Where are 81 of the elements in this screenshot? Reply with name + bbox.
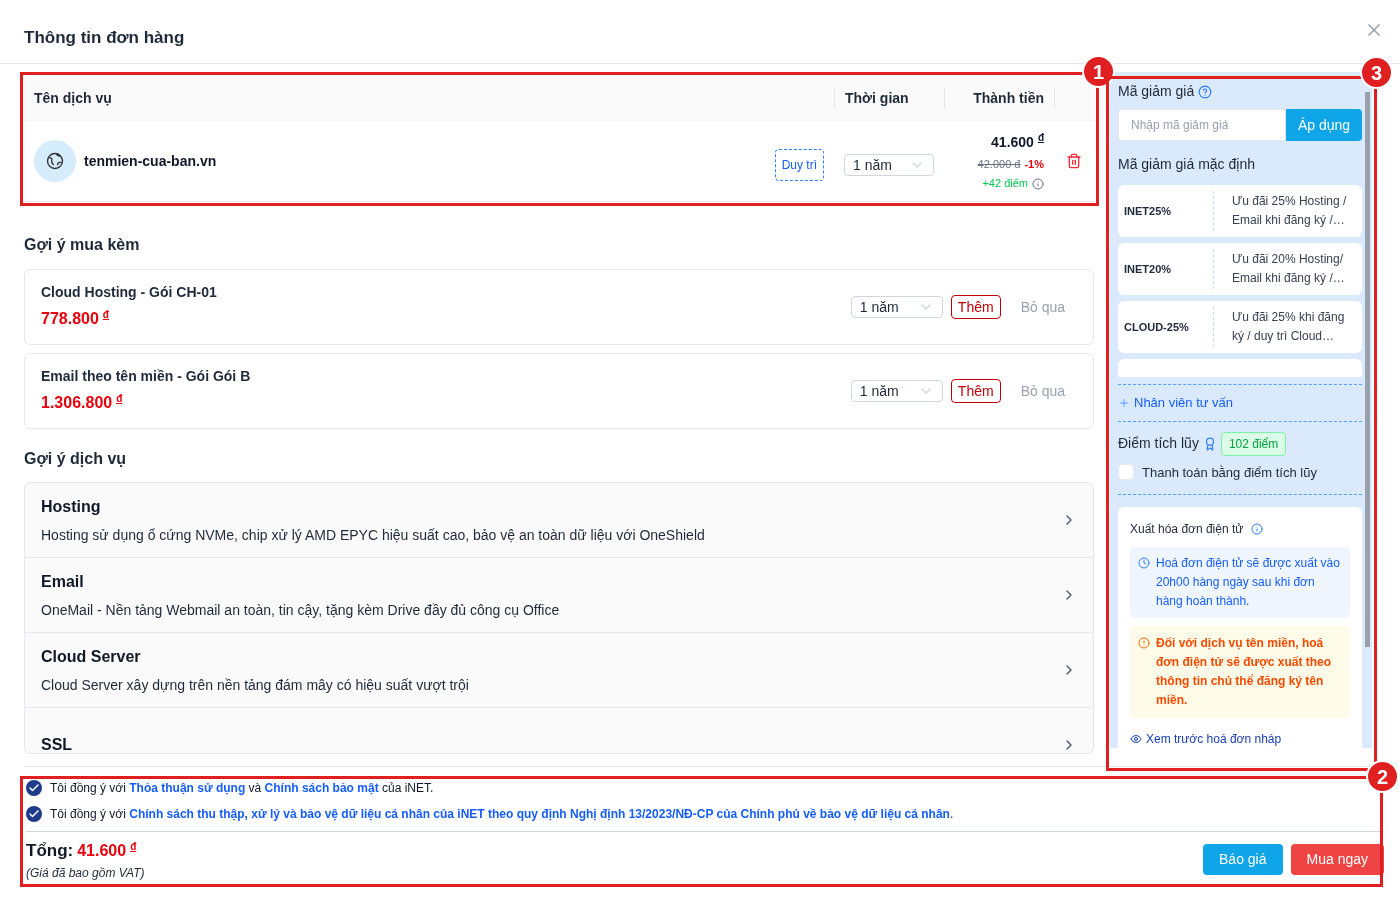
service-title: Hosting xyxy=(41,496,102,517)
dialog-title: Thông tin đơn hàng xyxy=(24,26,185,49)
checkmark-icon xyxy=(28,808,40,820)
column-header: Thành tiền xyxy=(944,87,1054,109)
service-item[interactable]: Cloud Server Cloud Server xây dựng trên nền tảng đám mây có hiệu suất vượt trội xyxy=(25,633,1093,708)
annotation-number: 3 xyxy=(1360,56,1393,89)
service-item[interactable]: Hosting Hosting sử dụng ổ cứng NVMe, chip xử lý AMD EPYC hiệu suất cao, bảo vệ an toàn dữ liệu với OneShield xyxy=(25,483,1093,558)
policy-link[interactable]: Chính sách bảo mật xyxy=(264,781,379,795)
clock-icon xyxy=(1138,557,1150,569)
coupon-code: INET20% xyxy=(1123,261,1173,277)
coupon-code: CLOUD-25% xyxy=(1123,319,1190,335)
agreement-checkbox[interactable] xyxy=(26,806,42,822)
points-badge: 102 điểm xyxy=(1220,431,1287,456)
coupon-label: Mã giảm giá xyxy=(1118,82,1195,101)
points-earned: +42 điểm xyxy=(982,176,1028,192)
currency-sign: đ xyxy=(1037,132,1044,144)
period-select[interactable]: 1 năm xyxy=(850,296,943,318)
total-amount: 41.600 $^{đ}$ xyxy=(77,839,137,861)
policy-link[interactable]: Chính sách thu thập, xử lý và bảo vệ dữ liệu cá nhân của iNET theo quy định Nghị định 13/2023/NĐ-CP của Chính phủ về bảo vệ dữ liệu cá nhân xyxy=(129,807,950,821)
points-checkbox-label: Thanh toán bằng điểm tích lũy xyxy=(1142,463,1317,482)
vat-note: (Giá đã bao gồm VAT) xyxy=(26,864,145,882)
currency-sign: đ xyxy=(116,393,123,405)
currency-sign: đ xyxy=(130,840,137,852)
agreement-text: Tôi đồng ý với Chính sách thu thập, xử lý và bảo vệ dữ liệu cá nhân của iNET theo quy định Nghị định 13/2023/NĐ-CP của Chính phủ về bảo vệ dữ liệu cá nhân. xyxy=(50,806,954,823)
coupon-card[interactable]: INET25% Ưu đãi 25% Hosting / Email khi đăng ký /… xyxy=(1118,185,1362,237)
preview-link[interactable]: Xem trước hoá đơn nháp xyxy=(1146,730,1282,748)
column-header: Thời gian xyxy=(834,87,944,109)
buy-button[interactable]: Mua ngay xyxy=(1290,844,1384,876)
agreement-text: Tôi đồng ý với Thỏa thuận sử dụng và Chính sách bảo mật của iNET. xyxy=(50,780,434,797)
coupon-code: INET25% xyxy=(1123,203,1173,219)
checkmark-icon xyxy=(28,782,40,794)
total-label: Tổng: xyxy=(26,840,74,862)
currency-sign: đ xyxy=(102,309,109,321)
eye-icon xyxy=(1130,733,1142,745)
add-button[interactable]: Thêm xyxy=(950,379,1001,403)
consultant-link[interactable]: Nhân viên tư vấn xyxy=(1134,393,1234,413)
service-description: Cloud Server xây dựng trên nền tảng đám mây có hiệu suất vượt trội xyxy=(41,675,470,695)
discount-percent: -1% xyxy=(1024,156,1044,172)
period-select[interactable]: 1 năm xyxy=(850,380,943,402)
warning-text: Đối với dịch vụ tên miền, hoá đơn điện tử sẽ được xuất theo thông tin chủ thể đăng ký tên miền. xyxy=(1156,635,1333,709)
product-price: 778.800 $^{đ}$ xyxy=(41,308,110,330)
coupon-card[interactable]: CLOUD-25% Ưu đãi 25% khi đăng ký / duy trì Cloud… xyxy=(1118,301,1362,353)
service-title: Cloud Server xyxy=(41,646,142,667)
coupon-description: Ưu đãi 20% Hosting/ Email khi đăng ký /… xyxy=(1213,249,1362,289)
section-heading: Gợi ý dịch vụ xyxy=(24,449,128,469)
coupon-description: Ưu đãi 25% Hosting / Email khi đăng ký /… xyxy=(1213,191,1362,231)
help-icon xyxy=(1198,84,1213,99)
renew-tag[interactable]: Duy trì xyxy=(774,149,824,181)
domain-name: tenmien-cua-ban.vn xyxy=(84,151,217,171)
points-checkbox[interactable] xyxy=(1118,464,1134,481)
coupon-field[interactable]: Nhập mã giảm giá xyxy=(1118,109,1286,141)
service-title: Email xyxy=(41,571,85,592)
alert-icon xyxy=(1138,637,1150,649)
coupon-card[interactable]: INET20% Ưu đãi 20% Hosting/ Email khi đăng ký /… xyxy=(1118,243,1362,295)
globe-icon xyxy=(34,140,76,182)
product-price: 1.306.800 $^{đ}$ xyxy=(41,392,124,414)
old-price: 42.000 đ xyxy=(977,156,1021,172)
column-header: Tên dịch vụ xyxy=(33,88,113,108)
info-text: Hoá đơn điện tử sẽ được xuất vào 20h00 hàng ngày sau khi đơn hàng hoàn thành. xyxy=(1156,555,1341,610)
add-button[interactable]: Thêm xyxy=(950,295,1001,319)
product-name: Cloud Hosting - Gói CH-01 xyxy=(41,283,218,303)
info-icon xyxy=(1032,177,1044,190)
invoice-title: Xuất hóa đơn điện tử xyxy=(1130,521,1244,538)
period-select[interactable]: 1 năm xyxy=(844,154,934,176)
default-coupons-label: Mã giảm giá mặc định xyxy=(1118,155,1256,174)
section-heading: Gợi ý mua kèm xyxy=(24,235,141,255)
service-item[interactable]: Email OneMail - Nền tảng Webmail an toàn, tin cậy, tặng kèm Drive đầy đủ công cụ Office xyxy=(25,558,1093,633)
info-icon xyxy=(1251,523,1264,535)
points-label: Điểm tích lũy xyxy=(1118,434,1199,453)
agreement-checkbox[interactable] xyxy=(26,780,42,796)
annotation-number: 2 xyxy=(1366,760,1399,793)
coupon-description: Ưu đãi 25% khi đăng ký / duy trì Cloud… xyxy=(1213,307,1362,347)
plus-icon xyxy=(1118,396,1130,409)
service-description: Hosting sử dụng ổ cứng NVMe, chip xử lý AMD EPYC hiệu suất cao, bảo vệ an toàn dữ liệu với OneShield xyxy=(41,525,706,545)
service-title: SSL xyxy=(41,735,74,753)
service-description: OneMail - Nền tảng Webmail an toàn, tin cậy, tặng kèm Drive đầy đủ công cụ Office xyxy=(41,600,561,620)
scrollbar[interactable] xyxy=(1365,92,1370,647)
trash-icon[interactable] xyxy=(1066,153,1082,169)
row-price: 41.600 $^{đ}$ xyxy=(991,131,1044,152)
product-name: Email theo tên miền - Gói Gói B xyxy=(41,367,252,387)
policy-link[interactable]: Thỏa thuận sử dụng xyxy=(129,781,246,795)
